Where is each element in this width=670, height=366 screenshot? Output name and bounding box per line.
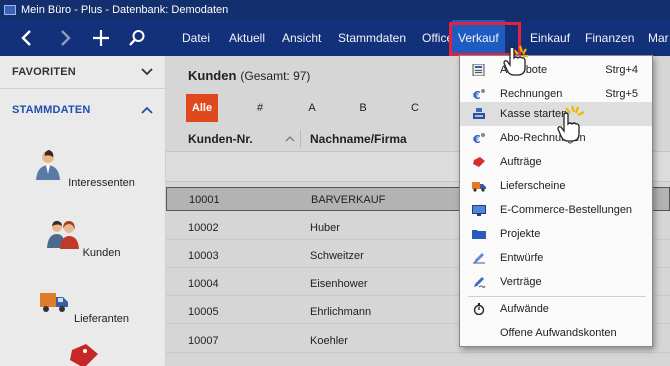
draft-icon	[473, 253, 485, 264]
chevron-up-icon	[141, 106, 153, 114]
menu-ansicht[interactable]: Ansicht	[282, 20, 321, 56]
menu-item-offene-aufwandskonten[interactable]: Offene Aufwandskonten	[460, 321, 652, 345]
menu-einkauf[interactable]: Einkauf	[530, 20, 570, 56]
hand-cursor-icon	[503, 45, 528, 76]
cell-name: BARVERKAUF	[311, 194, 386, 206]
column-header-kunden-nr[interactable]: Kunden-Nr.	[188, 132, 253, 146]
favorites-label: FAVORITEN	[12, 66, 76, 78]
chevron-down-icon	[141, 68, 153, 76]
stammdaten-label: STAMMDATEN	[12, 103, 91, 116]
cash-register-icon	[473, 108, 485, 119]
letter-filter-all[interactable]: Alle	[186, 94, 218, 122]
app-icon	[4, 5, 16, 15]
column-header-name[interactable]: Nachname/Firma	[310, 132, 407, 146]
subscription-invoice-icon: €	[472, 133, 485, 144]
cell-kunden-nr: 10003	[188, 250, 219, 262]
sidebar-item-interessenten[interactable]: Interessenten	[0, 148, 166, 189]
sidebar-item-kunden[interactable]: Kunden	[0, 218, 166, 259]
search-button[interactable]	[122, 20, 152, 56]
search-icon	[129, 30, 145, 46]
menu-aktuell[interactable]: Aktuell	[229, 20, 265, 56]
offer-icon	[472, 64, 485, 76]
cell-name: Eisenhower	[310, 278, 368, 290]
cell-kunden-nr: 10001	[189, 194, 220, 206]
sidebar-item-lieferanten[interactable]: Lieferanten	[0, 284, 166, 325]
ecommerce-icon	[472, 205, 486, 216]
invoice-icon: €	[472, 89, 485, 100]
menu-item-label: Aufträge	[500, 156, 542, 168]
menu-item-label: Entwürfe	[500, 252, 544, 264]
menu-item-label: Lieferscheine	[500, 180, 566, 192]
page-title-text: Kunden	[188, 68, 237, 83]
menu-finanzen[interactable]: Finanzen	[585, 20, 634, 56]
sidebar-item-label: Lieferanten	[74, 313, 130, 325]
sidebar: FAVORITEN STAMMDATEN Interessenten Kunde…	[0, 56, 166, 366]
menu-item-label: Aufwände	[500, 303, 549, 315]
tag-icon	[70, 344, 98, 366]
person-icon	[36, 150, 61, 180]
plus-icon	[93, 30, 109, 46]
menu-marketing[interactable]: Mar	[648, 20, 669, 56]
sidebar-item-label: Interessenten	[68, 177, 135, 189]
menu-item-projekte[interactable]: Projekte	[460, 222, 652, 246]
menu-item-label: Projekte	[500, 228, 541, 240]
cell-kunden-nr: 10002	[188, 222, 219, 234]
cell-kunden-nr: 10005	[188, 306, 219, 318]
menu-bar: Datei Aktuell Ansicht Stammdaten Office …	[0, 20, 670, 56]
back-button[interactable]	[12, 20, 42, 56]
cell-kunden-nr: 10007	[188, 335, 219, 347]
add-button[interactable]	[86, 20, 116, 56]
menu-item-label: E-Commerce-Bestellungen	[500, 204, 633, 216]
menu-datei[interactable]: Datei	[182, 20, 210, 56]
hand-cursor-icon	[557, 105, 585, 142]
menu-item-angebote[interactable]: Angebote Strg+4	[460, 58, 652, 82]
menu-item-shortcut: Strg+4	[605, 64, 638, 76]
title-bar: Mein Büro - Plus - Datenbank: Demodaten	[0, 0, 670, 20]
menu-item-shortcut: Strg+5	[605, 88, 638, 100]
menu-item-vertraege[interactable]: Verträge	[460, 270, 652, 294]
cell-kunden-nr: 10004	[188, 278, 219, 290]
svg-text:€: €	[472, 89, 481, 100]
cell-name: Koehler	[310, 335, 348, 347]
chevron-left-icon	[21, 30, 31, 46]
column-divider	[300, 130, 301, 148]
stammdaten-section[interactable]: STAMMDATEN	[0, 93, 165, 126]
menu-item-label: Rechnungen	[500, 88, 563, 100]
contract-icon	[474, 277, 486, 288]
menu-item-lieferscheine[interactable]: Lieferscheine	[460, 174, 652, 198]
forward-button[interactable]	[50, 20, 80, 56]
menu-item-entwuerfe[interactable]: Entwürfe	[460, 246, 652, 270]
menu-item-e-commerce-bestellungen[interactable]: E-Commerce-Bestellungen	[460, 198, 652, 222]
verkauf-dropdown-menu: Angebote Strg+4 € Rechnungen Strg+5 Kass…	[459, 55, 653, 347]
customers-icon	[46, 220, 79, 249]
menu-item-auftraege[interactable]: Aufträge	[460, 150, 652, 174]
letter-filter-b[interactable]: B	[348, 94, 378, 122]
cell-name: Huber	[310, 222, 340, 234]
letter-filter-c[interactable]: C	[400, 94, 430, 122]
delivery-icon	[472, 182, 486, 192]
stopwatch-icon	[473, 303, 485, 315]
order-icon	[473, 157, 485, 167]
truck-icon	[39, 293, 68, 312]
window-title: Mein Büro - Plus - Datenbank: Demodaten	[21, 4, 229, 16]
menu-item-label: Verträge	[500, 276, 542, 288]
cell-name: Schweitzer	[310, 250, 364, 262]
letter-filter-hash[interactable]: #	[245, 94, 275, 122]
record-count: (Gesamt: 97)	[240, 69, 311, 83]
svg-text:€: €	[472, 133, 481, 144]
chevron-right-icon	[61, 30, 71, 46]
menu-item-aufwaende[interactable]: Aufwände	[460, 297, 652, 321]
menu-item-label: Offene Aufwandskonten	[500, 327, 617, 339]
cell-name: Ehrlichmann	[310, 306, 372, 318]
folder-icon	[472, 230, 486, 239]
sort-ascending-icon[interactable]	[285, 136, 295, 142]
page-title: Kunden (Gesamt: 97)	[188, 68, 310, 83]
sidebar-item-label: Kunden	[82, 247, 121, 259]
menu-stammdaten[interactable]: Stammdaten	[338, 20, 406, 56]
letter-filter-a[interactable]: A	[297, 94, 327, 122]
favorites-section[interactable]: FAVORITEN	[0, 56, 165, 89]
